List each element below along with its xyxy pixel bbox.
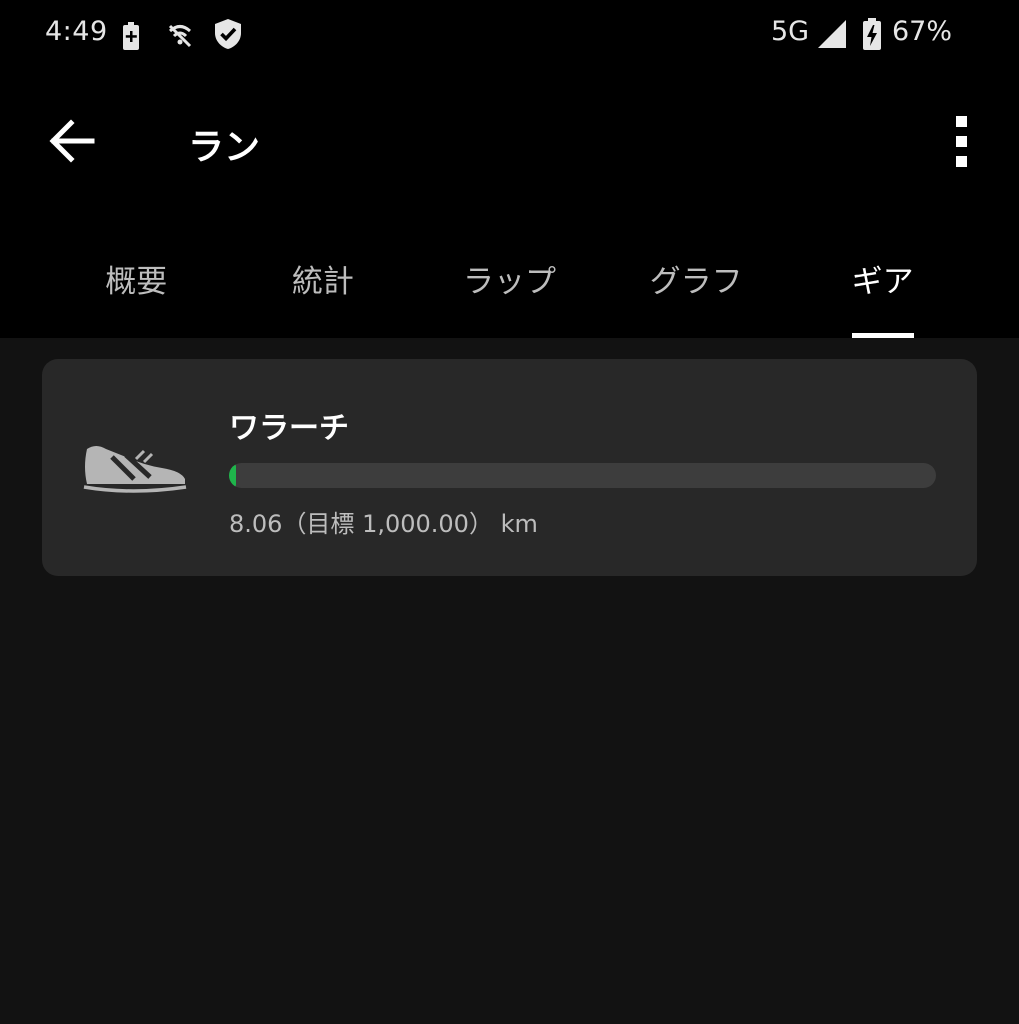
gear-progress-bar <box>229 463 936 488</box>
overflow-menu-button[interactable] <box>942 110 982 172</box>
battery-charging-icon <box>863 18 881 50</box>
wifi-off-icon <box>168 24 192 48</box>
tab-label: ギア <box>851 264 914 300</box>
app-bar: ラン <box>0 90 1019 190</box>
tab-label: 統計 <box>291 264 354 300</box>
battery-plus-icon <box>123 22 139 50</box>
tab-gear[interactable]: ギア <box>789 236 976 338</box>
gear-progress-fill <box>229 463 236 488</box>
signal-icon <box>818 20 846 48</box>
battery-percent: 67% <box>892 16 953 47</box>
tab-label: ラップ <box>462 264 556 300</box>
tab-laps[interactable]: ラップ <box>416 236 603 338</box>
back-button[interactable] <box>44 112 102 170</box>
tab-label: 概要 <box>105 264 168 300</box>
tab-overview[interactable]: 概要 <box>43 236 230 338</box>
tab-label: グラフ <box>649 264 743 300</box>
status-time: 4:49 <box>45 16 108 47</box>
shoe-icon <box>83 446 187 493</box>
gear-distance-text: 8.06（目標 1,000.00） km <box>229 510 538 538</box>
more-vert-icon <box>956 116 967 167</box>
arrow-left-icon <box>49 119 95 163</box>
gear-card[interactable]: ワラーチ 8.06（目標 1,000.00） km <box>42 359 977 576</box>
tab-bar: 概要 統計 ラップ グラフ ギア <box>43 236 976 338</box>
tab-graphs[interactable]: グラフ <box>603 236 790 338</box>
status-bar: 4:49 5G 67% <box>0 0 1019 70</box>
page-title: ラン <box>188 127 261 168</box>
shield-check-icon <box>215 19 241 49</box>
network-type: 5G <box>771 16 810 47</box>
tab-indicator <box>851 333 914 338</box>
gear-name: ワラーチ <box>229 411 349 446</box>
tab-stats[interactable]: 統計 <box>230 236 417 338</box>
